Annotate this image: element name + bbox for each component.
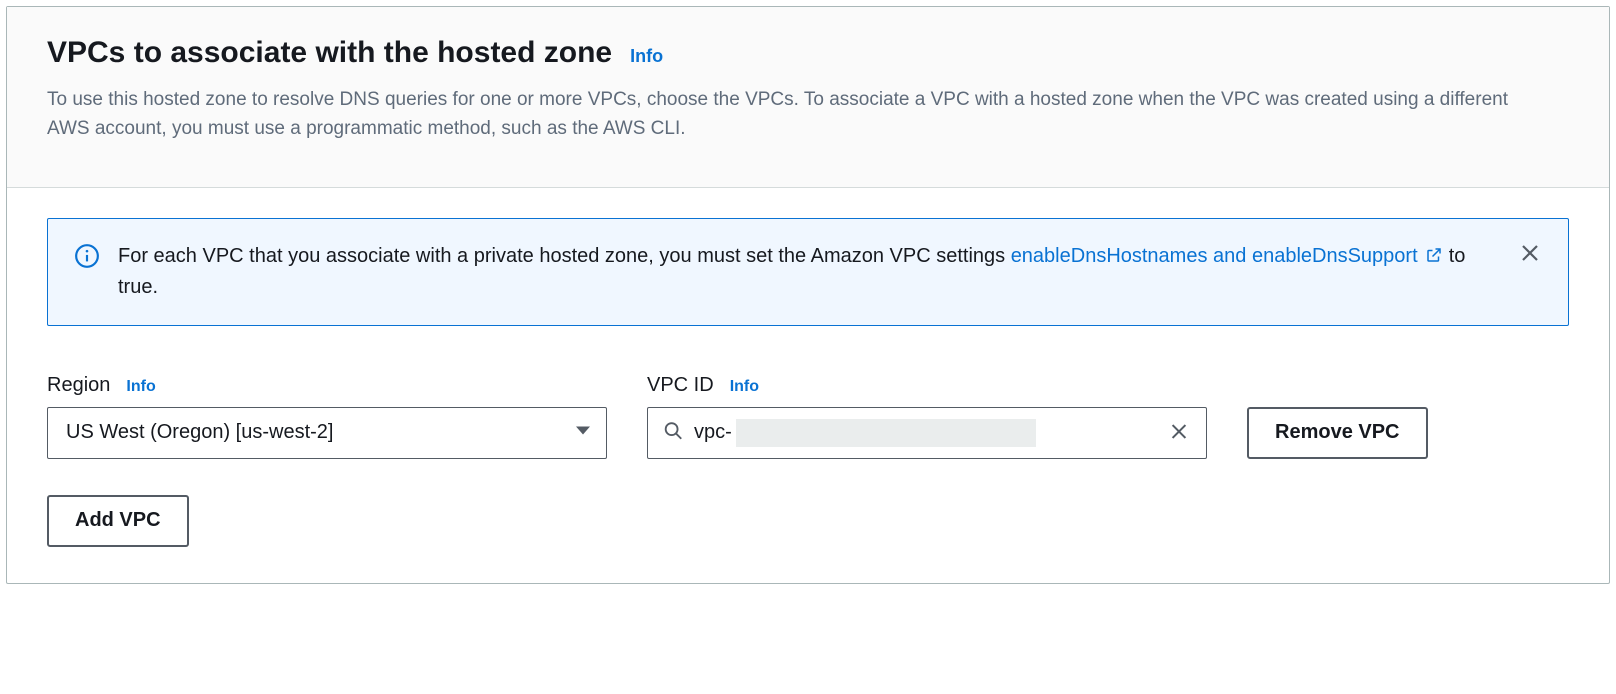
- close-icon: [1168, 430, 1190, 445]
- close-icon: [1518, 253, 1542, 268]
- external-link-icon: [1425, 243, 1443, 261]
- region-info-link[interactable]: Info: [126, 378, 155, 396]
- vpc-id-clear-button[interactable]: [1164, 416, 1194, 449]
- panel-description: To use this hosted zone to resolve DNS q…: [47, 85, 1547, 144]
- info-icon: [74, 243, 100, 269]
- alert-close-button[interactable]: [1518, 241, 1542, 268]
- vpc-id-input-wrap[interactable]: vpc-: [647, 407, 1207, 459]
- panel-title: VPCs to associate with the hosted zone: [47, 35, 612, 71]
- region-select-value: US West (Oregon) [us-west-2]: [66, 421, 333, 444]
- region-select[interactable]: US West (Oregon) [us-west-2]: [47, 407, 607, 459]
- alert-text-before: For each VPC that you associate with a p…: [118, 245, 1011, 267]
- vpc-id-input[interactable]: [1036, 420, 1040, 445]
- region-label: Region: [47, 374, 110, 397]
- info-alert: For each VPC that you associate with a p…: [47, 218, 1569, 326]
- vpc-id-field: VPC ID Info vpc-: [647, 374, 1207, 459]
- vpc-id-label: VPC ID: [647, 374, 714, 397]
- panel-header: VPCs to associate with the hosted zone I…: [7, 7, 1609, 188]
- panel-info-link[interactable]: Info: [630, 46, 663, 67]
- info-alert-text: For each VPC that you associate with a p…: [118, 241, 1500, 303]
- vpc-associate-panel: VPCs to associate with the hosted zone I…: [6, 6, 1610, 584]
- vpc-id-value-prefix: vpc-: [694, 421, 732, 444]
- vpc-id-redacted: [736, 419, 1036, 447]
- vpc-id-info-link[interactable]: Info: [730, 378, 759, 396]
- panel-body: For each VPC that you associate with a p…: [7, 188, 1609, 583]
- remove-vpc-button[interactable]: Remove VPC: [1247, 407, 1428, 459]
- search-icon: [662, 419, 684, 446]
- region-field: Region Info US West (Oregon) [us-west-2]: [47, 374, 607, 459]
- dns-settings-link[interactable]: enableDnsHostnames and enableDnsSupport: [1011, 245, 1449, 267]
- chevron-down-icon: [575, 422, 591, 443]
- dns-settings-link-text: enableDnsHostnames and enableDnsSupport: [1011, 245, 1418, 267]
- add-vpc-button[interactable]: Add VPC: [47, 495, 189, 547]
- vpc-row: Region Info US West (Oregon) [us-west-2]: [47, 374, 1569, 459]
